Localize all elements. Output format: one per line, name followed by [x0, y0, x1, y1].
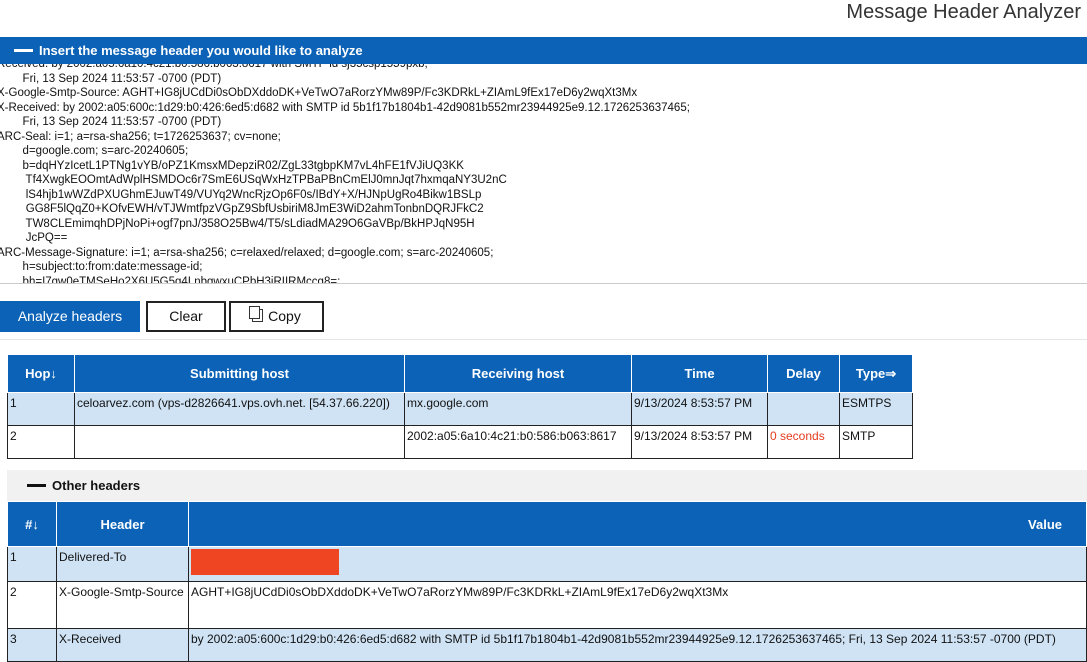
col-number[interactable]: #↓: [7, 501, 57, 547]
header-text-line: X-Google-Smtp-Source: AGHT+IG8jUCdDi0sOb…: [0, 87, 638, 99]
header-input-textarea[interactable]: Received: by 2002:a05:6a10:4c21:b0:586:b…: [0, 64, 1087, 284]
header-number: 1: [7, 546, 57, 582]
header-text-line: d=google.com; s=arc-20240605;: [0, 145, 189, 157]
col-hop[interactable]: Hop↓: [7, 354, 75, 393]
col-value[interactable]: Value: [188, 501, 1087, 547]
hop-type: ESMTPS: [839, 392, 913, 426]
hop-time: 9/13/2024 8:53:57 PM: [631, 425, 768, 459]
col-receiving-host[interactable]: Receiving host: [404, 354, 632, 393]
header-text-line: b=dqHYzIcetL1PTNg1vYB/oPZ1KmsxMDepziR02/…: [0, 159, 464, 172]
col-time[interactable]: Time: [631, 354, 768, 393]
header-text-line: Fri, 13 Sep 2024 11:53:57 -0700 (PDT): [0, 116, 222, 128]
table-row[interactable]: 2 2002:a05:6a10:4c21:b0:586:b063:8617 9/…: [7, 425, 913, 459]
header-text-line: TW8CLEmimqhDPjNoPi+ogf7pnJ/358O25Bw4/T5/…: [0, 217, 475, 230]
hop-time: 9/13/2024 8:53:57 PM: [631, 392, 768, 426]
hop-number: 2: [7, 425, 75, 459]
header-text-line: h=subject:to:from:date:message-id;: [0, 261, 203, 273]
col-submitting-host[interactable]: Submitting host: [74, 354, 405, 393]
submitting-host: celoarvez.com (vps-d2826641.vps.ovh.net.…: [74, 392, 405, 426]
input-section-toggle[interactable]: Insert the message header you would like…: [0, 37, 1087, 64]
header-text-line: Fri, 13 Sep 2024 11:53:57 -0700 (PDT): [0, 72, 222, 85]
other-headers-header-row: #↓ Header Value: [7, 501, 1087, 547]
hop-type: SMTP: [839, 425, 913, 459]
other-headers-table: #↓ Header Value 1 Delivered-To 2 X-Googl…: [7, 501, 1087, 662]
divider: [0, 339, 1087, 340]
app-title: Message Header Analyzer: [846, 1, 1081, 23]
header-value: [188, 546, 1087, 582]
copy-button[interactable]: Copy: [229, 301, 324, 332]
header-text-line: ARC-Seal: i=1; a=rsa-sha256; t=172625363…: [0, 130, 281, 143]
receiving-host: mx.google.com: [404, 392, 632, 426]
copy-icon: [249, 306, 264, 322]
table-row[interactable]: 1 Delivered-To: [7, 546, 1087, 582]
other-headers-title: Other headers: [52, 478, 141, 493]
hop-delay: [767, 392, 840, 426]
header-number: 2: [7, 581, 57, 629]
table-row[interactable]: 2 X-Google-Smtp-Source AGHT+IG8jUCdDi0sO…: [7, 581, 1087, 629]
copy-button-label: Copy: [268, 308, 301, 324]
table-row[interactable]: 1 celoarvez.com (vps-d2826641.vps.ovh.ne…: [7, 392, 913, 426]
clear-button[interactable]: Clear: [146, 301, 226, 332]
analyze-headers-button[interactable]: Analyze headers: [0, 301, 140, 332]
header-value: AGHT+IG8jUCdDi0sObDXddoDK+VeTwO7aRorzYMw…: [188, 581, 1087, 629]
submitting-host: [74, 425, 405, 459]
col-type[interactable]: Type⇒: [839, 354, 913, 393]
col-header[interactable]: Header: [56, 501, 189, 547]
header-text-line: ARC-Message-Signature: i=1; a=rsa-sha256…: [0, 246, 494, 259]
header-text-line: bh=I7gw0eTMSeHo2X6U5G5g4LnbgwxuCPbH3iRII…: [0, 275, 341, 284]
hops-table: Hop↓ Submitting host Receiving host Time…: [7, 354, 913, 459]
header-text-line: lS4hjb1wWZdPXUGhmEJuwT49/VUYq2WncRjzOp6F…: [0, 188, 482, 201]
header-name: X-Google-Smtp-Source: [56, 581, 189, 629]
header-text-line: Received: by 2002:a05:6a10:4c21:b0:586:b…: [0, 64, 428, 70]
minus-icon: [14, 49, 33, 53]
header-text-line: JcPQ==: [0, 232, 68, 244]
col-delay[interactable]: Delay: [767, 354, 840, 393]
header-text-line: Tf4XwgkEOOmtAdWplHSMDOc6r7SmE6USqWxHzTPB…: [0, 174, 507, 186]
hops-header-row: Hop↓ Submitting host Receiving host Time…: [7, 354, 913, 393]
input-section-title: Insert the message header you would like…: [39, 43, 363, 58]
minus-icon: [27, 484, 46, 488]
hop-number: 1: [7, 392, 75, 426]
hop-delay: 0 seconds: [767, 425, 840, 459]
other-headers-toggle[interactable]: Other headers: [7, 470, 1087, 501]
header-text-line: GG8F5lQqZ0+KOfvEWH/vTJWmtfpzVGpZ9SbfUsbi…: [0, 203, 484, 215]
redacted-value: [191, 549, 339, 575]
receiving-host: 2002:a05:6a10:4c21:b0:586:b063:8617: [404, 425, 632, 459]
header-text-line: X-Received: by 2002:a05:600c:1d29:b0:426…: [0, 101, 690, 114]
header-name: Delivered-To: [56, 546, 189, 582]
